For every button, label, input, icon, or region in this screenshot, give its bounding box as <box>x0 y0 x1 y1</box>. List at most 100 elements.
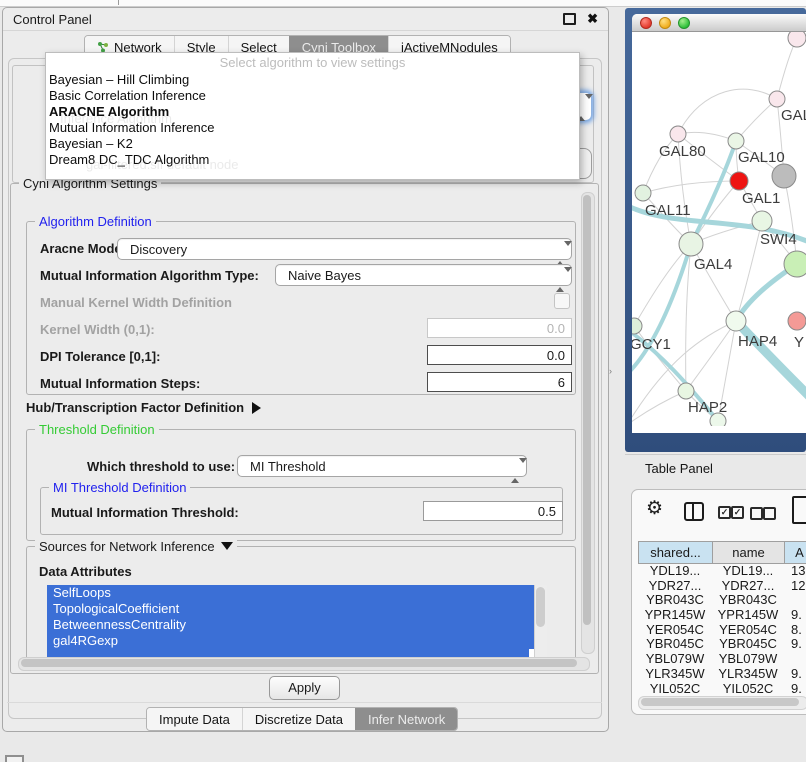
network-edge[interactable] <box>736 99 777 141</box>
cell-value <box>784 593 806 608</box>
tab-label: Impute Data <box>159 712 230 727</box>
cell-shared-name: YIL052C <box>638 682 712 697</box>
dpi-tolerance-input[interactable]: 0.0 <box>427 345 572 365</box>
network-edge[interactable] <box>678 132 736 141</box>
mi-steps-input[interactable]: 6 <box>427 372 572 392</box>
network-edge[interactable] <box>686 321 736 391</box>
table-header-cell[interactable]: A <box>784 542 806 563</box>
data-attribute-item[interactable]: SelfLoops <box>47 585 535 601</box>
close-icon[interactable]: ✖ <box>587 14 598 24</box>
network-node-gal80[interactable] <box>670 126 686 142</box>
table-row[interactable]: YDL19... YDL19... 13 <box>638 564 806 579</box>
network-node[interactable] <box>772 164 796 188</box>
network-edge[interactable] <box>643 181 739 193</box>
network-window-titlebar <box>632 14 806 32</box>
cell-shared-name: YDL19... <box>638 564 712 579</box>
mi-threshold-label: Mutual Information Threshold: <box>51 505 239 520</box>
kernel-width-input[interactable]: 0.0 <box>427 318 572 338</box>
tab[interactable]: Infer Network <box>355 708 457 730</box>
network-node-label: GCY1 <box>632 336 671 353</box>
cell-value: 9. <box>784 667 806 682</box>
tab-label: Discretize Data <box>255 712 343 727</box>
hub-definition-toggle[interactable]: Hub/Transcription Factor Definition <box>26 400 261 415</box>
table-header-cell[interactable]: name <box>712 542 784 563</box>
network-node-swi4[interactable] <box>752 211 772 231</box>
mi-threshold-input[interactable]: 0.5 <box>423 501 563 521</box>
column-layout-icon[interactable] <box>684 502 704 521</box>
table-panel-title: Table Panel <box>645 461 713 476</box>
network-node[interactable] <box>784 251 806 277</box>
cell-value: 9. <box>784 682 806 697</box>
network-view-frame[interactable]: GALGAL80GAL10GAL1GAL11SWI4GAL4GCY1HAP4YH… <box>625 8 806 452</box>
dropdown-item[interactable]: Bayesian – Hill Climbing <box>46 72 579 88</box>
dropdown-item[interactable]: Bayesian – K2 <box>46 136 579 152</box>
dpi-tolerance-label: DPI Tolerance [0,1]: <box>40 349 160 364</box>
dock-panel-icon-partial[interactable] <box>5 755 24 762</box>
settings-vertical-scrollbar[interactable] <box>581 192 595 654</box>
close-traffic-light-icon[interactable] <box>640 17 652 29</box>
settings-horizontal-scrollbar[interactable] <box>18 657 590 671</box>
aracne-mode-combobox[interactable]: Discovery <box>117 238 572 260</box>
select-all-checkbox-icon[interactable]: ✓ <box>718 506 731 519</box>
network-node-y[interactable] <box>788 312 806 330</box>
attribute-list-scrollbar[interactable] <box>534 585 547 658</box>
select-all-checkbox-icon[interactable]: ✓ <box>731 506 744 519</box>
tab[interactable]: Impute Data <box>147 708 242 730</box>
data-attribute-item[interactable]: gal4RGexp <box>47 633 535 649</box>
zoom-traffic-light-icon[interactable] <box>678 17 690 29</box>
deselect-checkbox-icon[interactable] <box>763 507 776 520</box>
panel-divider-handle[interactable]: › <box>609 366 612 376</box>
table-row[interactable]: YBR045C YBR045C 9. <box>638 637 806 652</box>
network-node-hap4[interactable] <box>726 311 746 331</box>
sources-title[interactable]: Sources for Network Inference <box>35 539 237 554</box>
table-row[interactable]: YER054C YER054C 8. <box>638 623 806 638</box>
manual-kernel-width-checkbox[interactable] <box>554 293 570 309</box>
float-window-icon[interactable] <box>563 13 576 25</box>
document-icon[interactable] <box>792 496 806 524</box>
network-edge[interactable] <box>777 38 797 99</box>
which-threshold-combobox[interactable]: MI Threshold <box>237 455 527 477</box>
table-row[interactable]: YPR145W YPR145W 9. <box>638 608 806 623</box>
footer-divider <box>7 702 602 703</box>
network-edge[interactable] <box>678 89 777 134</box>
network-edge[interactable] <box>632 391 686 425</box>
network-node-label: GAL10 <box>738 149 785 166</box>
mi-algorithm-type-combobox[interactable]: Naive Bayes <box>275 264 572 286</box>
table-row[interactable]: YBL079W YBL079W <box>638 652 806 667</box>
table-header-cell[interactable]: shared... <box>638 542 712 563</box>
table-horizontal-scrollbar[interactable] <box>638 696 806 710</box>
node-table: shared...nameA YDL19... YDL19... 13 YDR2… <box>638 541 806 696</box>
data-attribute-item[interactable]: TopologicalCoefficient <box>47 601 535 617</box>
table-row[interactable]: YIL052C YIL052C 9. <box>638 682 806 697</box>
network-node[interactable] <box>788 32 806 47</box>
table-body: YDL19... YDL19... 13 YDR27... YDR27... 1… <box>638 564 806 696</box>
network-node-gal1[interactable] <box>730 172 748 190</box>
table-row[interactable]: YDR27... YDR27... 12 <box>638 579 806 594</box>
minimize-traffic-light-icon[interactable] <box>659 17 671 29</box>
network-node-label: GAL <box>781 107 806 124</box>
network-node-hap2[interactable] <box>678 383 694 399</box>
network-edge[interactable] <box>634 244 691 326</box>
deselect-checkbox-icon[interactable] <box>750 507 763 520</box>
settings-gear-icon[interactable]: ⚙ <box>646 497 663 520</box>
data-attribute-item[interactable]: BetweennessCentrality <box>47 617 535 633</box>
network-node-gal10[interactable] <box>728 133 744 149</box>
network-node-gal4[interactable] <box>679 232 703 256</box>
network-node[interactable] <box>710 413 726 426</box>
cell-name: YPR145W <box>712 608 784 623</box>
hidden-label-inference-algorithm: Inference Algorithm <box>60 111 172 126</box>
network-node-gal11[interactable] <box>635 185 651 201</box>
table-row[interactable]: YLR345W YLR345W 9. <box>638 667 806 682</box>
dropdown-item[interactable]: Basic Correlation Inference <box>46 88 579 104</box>
network-node-gal[interactable] <box>769 91 785 107</box>
threshold-definition-group: Threshold Definition Which threshold to … <box>26 429 576 541</box>
network-edge[interactable] <box>686 244 691 391</box>
network-node-gcy1[interactable] <box>632 318 642 334</box>
threshold-definition-title: Threshold Definition <box>35 422 159 437</box>
tab[interactable]: Discretize Data <box>242 708 355 730</box>
network-svg[interactable]: GALGAL80GAL10GAL1GAL11SWI4GAL4GCY1HAP4YH… <box>632 32 806 426</box>
apply-button[interactable]: Apply <box>269 676 340 700</box>
table-row[interactable]: YBR043C YBR043C <box>638 593 806 608</box>
cell-shared-name: YER054C <box>638 623 712 638</box>
cell-shared-name: YDR27... <box>638 579 712 594</box>
